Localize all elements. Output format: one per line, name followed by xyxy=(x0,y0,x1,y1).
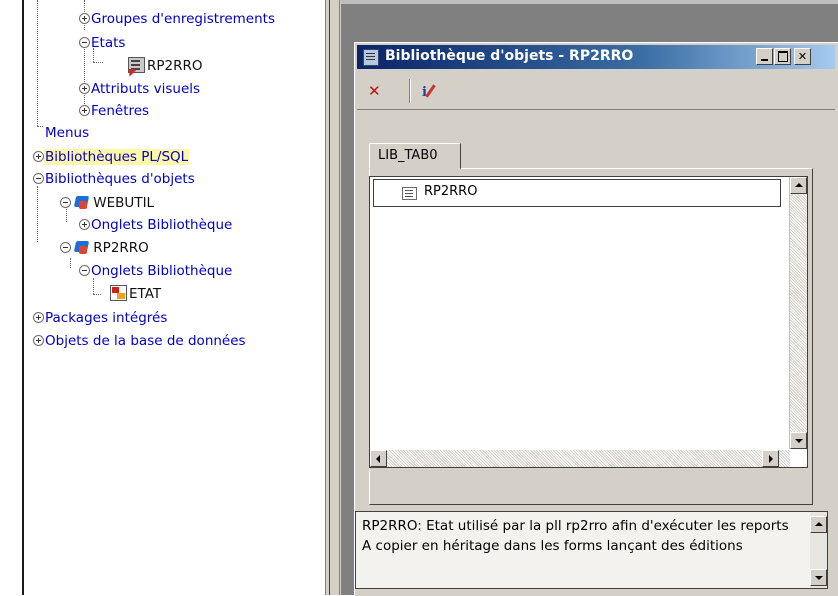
comment-text: RP2RRO: Etat utilisé par la pll rp2rro a… xyxy=(362,518,789,554)
collapse-toggle-icon[interactable] xyxy=(60,196,71,208)
tree-item-fenetres[interactable]: Fenêtres xyxy=(79,101,150,121)
expand-toggle-icon[interactable] xyxy=(33,311,44,323)
expand-toggle-icon[interactable] xyxy=(79,82,90,94)
tree-item-onglets-bibliotheque-webutil[interactable]: Onglets Bibliothèque xyxy=(79,215,233,235)
scroll-down-button[interactable] xyxy=(790,432,807,449)
object-navigator-tree: Groupes d'enregistrements Etats RP2RRO A… xyxy=(0,0,325,595)
tree-edge-line xyxy=(22,0,24,595)
close-button[interactable] xyxy=(794,48,811,65)
tree-item-webutil[interactable]: WEBUTIL xyxy=(60,193,155,213)
tree-item-menus[interactable]: Menus xyxy=(44,123,90,143)
tree-item-groupes-enregistrements[interactable]: Groupes d'enregistrements xyxy=(79,9,276,29)
tree-item-etat[interactable]: ETAT xyxy=(110,284,162,304)
tab-lib-tab0[interactable]: LIB_TAB0 xyxy=(369,143,461,169)
scroll-down-button[interactable] xyxy=(810,569,827,586)
window-titlebar[interactable]: Bibliothèque d'objets - RP2RRO xyxy=(357,45,835,69)
collapse-toggle-icon[interactable] xyxy=(79,264,90,276)
window-app-icon[interactable] xyxy=(363,49,379,66)
tree-item-packages-integres[interactable]: Packages intégrés xyxy=(33,308,168,328)
tree-item-etats[interactable]: Etats xyxy=(79,33,126,53)
delete-icon[interactable] xyxy=(363,80,385,102)
scroll-left-button[interactable] xyxy=(370,450,387,467)
toolbar-separator xyxy=(409,79,411,103)
tree-item-bibliotheques-plsql[interactable]: Bibliothèques PL/SQL xyxy=(33,147,190,167)
expand-toggle-icon[interactable] xyxy=(79,12,90,24)
tree-item-objets-base-donnees[interactable]: Objets de la base de données xyxy=(33,331,247,351)
horizontal-scrollbar[interactable] xyxy=(370,450,790,467)
expand-toggle-icon[interactable] xyxy=(33,150,44,162)
library-tab-icon xyxy=(110,285,127,301)
properties-icon[interactable]: i xyxy=(419,80,441,102)
expand-toggle-icon[interactable] xyxy=(79,218,90,230)
minimize-button[interactable] xyxy=(756,48,773,65)
expand-toggle-icon[interactable] xyxy=(79,104,90,116)
tab-label: LIB_TAB0 xyxy=(378,148,438,163)
tree-item-attributs-visuels[interactable]: Attributs visuels xyxy=(79,79,201,99)
comment-scrollbar[interactable] xyxy=(810,512,827,588)
comment-box[interactable]: RP2RRO: Etat utilisé par la pll rp2rro a… xyxy=(355,511,828,589)
object-library-icon xyxy=(75,240,91,254)
collapse-toggle-icon[interactable] xyxy=(33,172,44,184)
pane-splitter[interactable] xyxy=(325,0,341,595)
toolbar: i xyxy=(357,71,835,110)
collapse-toggle-icon[interactable] xyxy=(60,241,71,253)
tree-item-bibliotheques-objets[interactable]: Bibliothèques d'objets xyxy=(33,169,196,189)
report-icon xyxy=(128,57,145,73)
tree-item-onglets-bibliotheque-rp2rro[interactable]: Onglets Bibliothèque xyxy=(79,261,233,281)
tree-item-report-rp2rro[interactable]: RP2RRO xyxy=(128,56,204,76)
vertical-scrollbar[interactable] xyxy=(789,177,807,449)
window-title: Bibliothèque d'objets - RP2RRO xyxy=(385,48,634,64)
library-object-list[interactable]: RP2RRO xyxy=(369,176,808,468)
expand-toggle-icon[interactable] xyxy=(33,334,44,346)
scroll-up-button[interactable] xyxy=(790,177,807,194)
tree-item-library-rp2rro[interactable]: RP2RRO xyxy=(60,238,150,258)
object-library-icon xyxy=(75,195,91,209)
report-icon xyxy=(402,187,417,200)
scroll-up-button[interactable] xyxy=(810,516,827,533)
collapse-toggle-icon[interactable] xyxy=(79,36,90,48)
maximize-button[interactable] xyxy=(774,48,791,65)
scroll-right-button[interactable] xyxy=(762,450,779,467)
list-item[interactable]: RP2RRO xyxy=(373,179,781,207)
